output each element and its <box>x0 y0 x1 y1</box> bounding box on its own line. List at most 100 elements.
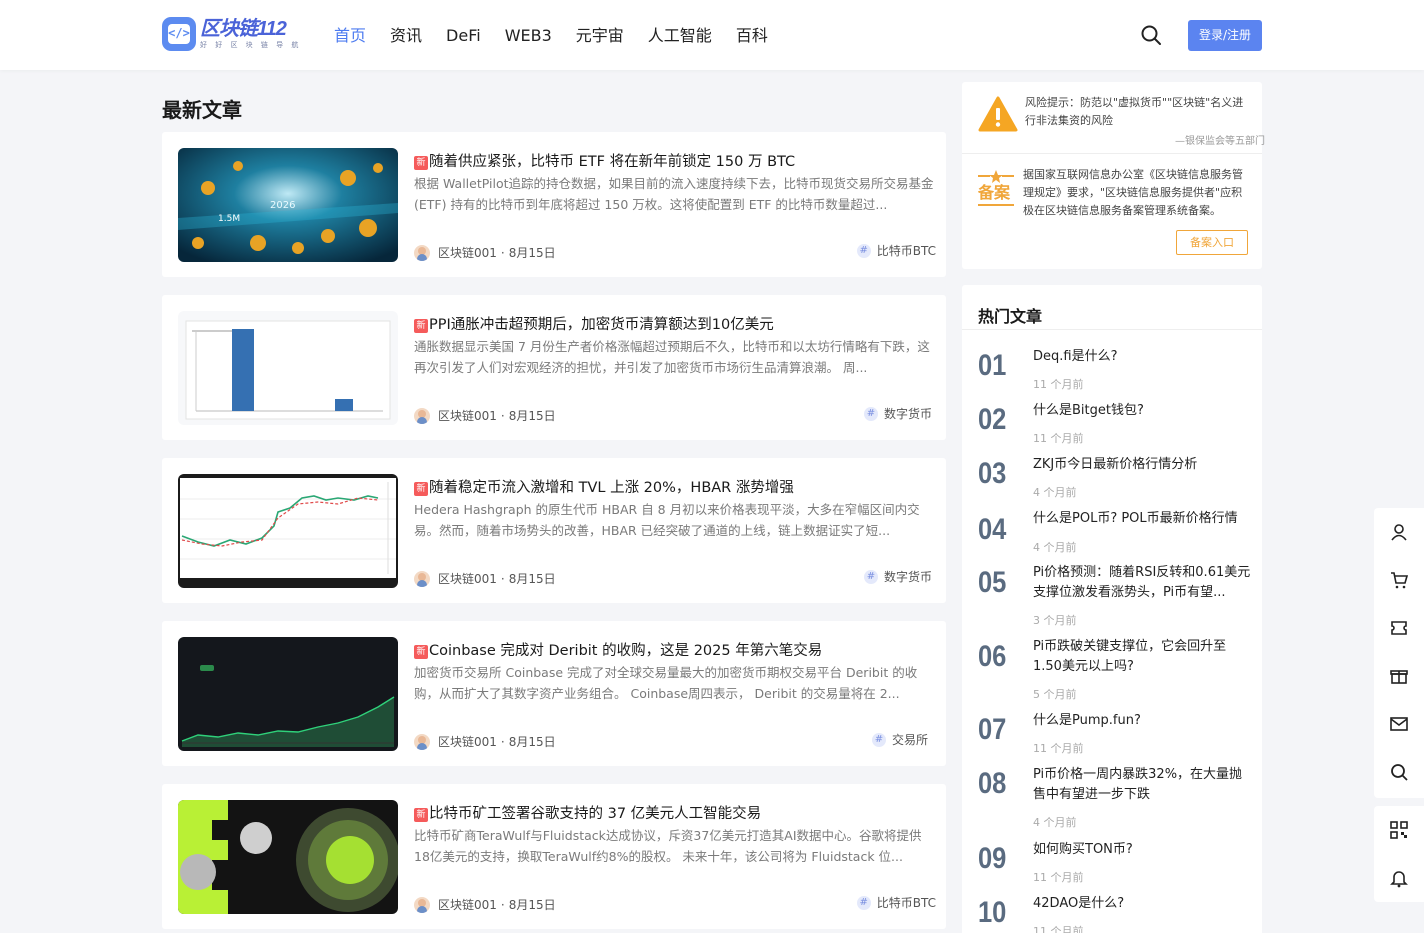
article-title-text: PPI通胀冲击超预期后，加密货币清算额达到10亿美元 <box>429 317 774 333</box>
hot-article-title[interactable]: Pi币价格一周内暴跌32%，在大量抛售中有望进一步下跌 <box>1033 765 1253 805</box>
article-title-text: 比特币矿工签署谷歌支持的 37 亿美元人工智能交易 <box>429 806 762 822</box>
risk-warning: 风险提示：防范以"虚拟货币""区块链"名义进行非法集资的风险 —银保监会等五部门 <box>978 94 1265 154</box>
hot-article-title[interactable]: 什么是Pump.fun? <box>1033 711 1253 731</box>
article-meta: 区块链001 · 8月15日 <box>414 733 556 750</box>
article-title[interactable]: 新比特币矿工签署谷歌支持的 37 亿美元人工智能交易 <box>414 802 934 823</box>
article-date: 8月15日 <box>508 735 556 749</box>
new-badge: 新 <box>414 808 428 822</box>
hot-rank: 06 <box>978 640 1007 673</box>
author-name[interactable]: 区块链001 <box>438 570 497 587</box>
article-title[interactable]: 新随着稳定币流入激增和 TVL 上涨 20%，HBAR 涨势增强 <box>414 476 934 497</box>
hot-rank: 03 <box>978 457 1007 490</box>
author-name[interactable]: 区块链001 <box>438 733 497 750</box>
hot-article-title[interactable]: 如何购买TON币? <box>1033 840 1253 860</box>
article-tag[interactable]: # 数字货币 <box>863 568 932 585</box>
new-badge: 新 <box>414 482 428 496</box>
qr-code-icon[interactable] <box>1389 820 1409 840</box>
user-icon[interactable] <box>1389 522 1409 542</box>
hot-rank: 05 <box>978 566 1007 599</box>
nav-news[interactable]: 资讯 <box>390 24 422 48</box>
article-title-text: Coinbase 完成对 Deribit 的收购，这是 2025 年第六笔交易 <box>429 643 823 659</box>
nav-wiki[interactable]: 百科 <box>736 24 768 48</box>
risk-text: 风险提示：防范以"虚拟货币""区块链"名义进行非法集资的风险 <box>1025 96 1244 127</box>
hot-article-title[interactable]: 什么是Bitget钱包? <box>1033 401 1253 421</box>
hot-articles-panel: 热门文章 01 Deq.fi是什么? 11 个月前 02 什么是Bitget钱包… <box>962 285 1262 933</box>
article-title[interactable]: 新 PPI通胀冲击超预期后，加密货币清算额达到10亿美元 <box>414 313 934 334</box>
article-card[interactable]: 新随着稳定币流入激增和 TVL 上涨 20%，HBAR 涨势增强 Hedera … <box>162 458 946 603</box>
search-icon[interactable] <box>1389 762 1409 782</box>
article-date: 8月15日 <box>508 572 556 586</box>
article-title[interactable]: 新 Coinbase 完成对 Deribit 的收购，这是 2025 年第六笔交易 <box>414 639 934 660</box>
hot-article-title[interactable]: Pi价格预测：随着RSI反转和0.61美元支撑位激发看涨势头，Pi币有望... <box>1033 563 1253 603</box>
article-tag[interactable]: # 交易所 <box>871 731 928 748</box>
nav-metaverse[interactable]: 元宇宙 <box>576 24 624 48</box>
article-tag[interactable]: # 比特币BTC <box>856 242 936 259</box>
author-avatar[interactable] <box>414 570 430 587</box>
hot-rank: 02 <box>978 403 1007 436</box>
nav-ai[interactable]: 人工智能 <box>648 24 712 48</box>
site-logo[interactable]: </> 区块链112 好 好 区 块 链 导 航 <box>162 16 301 52</box>
article-thumbnail[interactable] <box>178 637 398 751</box>
author-name[interactable]: 区块链001 <box>438 896 497 913</box>
hash-icon: # <box>856 895 871 910</box>
bell-icon[interactable] <box>1389 868 1409 888</box>
nav-defi[interactable]: DeFi <box>446 24 481 48</box>
hot-article-time: 11 个月前 <box>1033 742 1084 755</box>
hot-rank: 08 <box>978 767 1007 800</box>
hot-article-title[interactable]: Pi币跌破关键支撑位，它会回升至1.50美元以上吗? <box>1033 637 1253 677</box>
article-meta: 区块链001 · 8月15日 <box>414 570 556 587</box>
article-excerpt: 加密货币交易所 Coinbase 完成了对全球交易量最大的加密货币期权交易平台 … <box>414 665 918 701</box>
article-card[interactable]: 新 Coinbase 完成对 Deribit 的收购，这是 2025 年第六笔交易… <box>162 621 946 766</box>
hot-article-title[interactable]: ZKJ币今日最新价格行情分析 <box>1033 455 1253 475</box>
search-icon[interactable] <box>1140 24 1162 46</box>
article-date: 8月15日 <box>508 898 556 912</box>
hot-rank: 09 <box>978 842 1007 875</box>
article-card[interactable]: 新比特币矿工签署谷歌支持的 37 亿美元人工智能交易 比特币矿商TeraWulf… <box>162 784 946 929</box>
article-card[interactable]: 1.5M 2026 新随着供应紧张，比特币 ETF 将在新年前锁定 150 万 … <box>162 132 946 277</box>
article-excerpt: 通胀数据显示美国 7 月份生产者价格涨幅超过预期后不久，比特币和以太坊行情略有下… <box>414 339 930 375</box>
hot-article-title[interactable]: 什么是POL币? POL币最新价格行情 <box>1033 509 1253 529</box>
gift-icon[interactable] <box>1389 666 1409 686</box>
tag-label: 数字货币 <box>883 407 932 421</box>
article-card[interactable]: 新 PPI通胀冲击超预期后，加密货币清算额达到10亿美元 通胀数据显示美国 7 月… <box>162 295 946 440</box>
author-name[interactable]: 区块链001 <box>438 244 497 261</box>
author-avatar[interactable] <box>414 244 430 261</box>
hash-icon: # <box>856 243 871 258</box>
article-thumbnail[interactable]: 1.5M 2026 <box>178 148 398 262</box>
author-avatar[interactable] <box>414 733 430 750</box>
hot-article-title[interactable]: Deq.fi是什么? <box>1033 347 1253 367</box>
login-register-button[interactable]: 登录/注册 <box>1188 20 1262 51</box>
article-meta: 区块链001 · 8月15日 <box>414 244 556 261</box>
article-tag[interactable]: # 数字货币 <box>863 405 932 422</box>
new-badge: 新 <box>414 156 428 170</box>
article-thumbnail[interactable] <box>178 311 398 425</box>
article-thumbnail[interactable] <box>178 474 398 588</box>
hot-article-time: 11 个月前 <box>1033 925 1084 933</box>
article-tag[interactable]: # 比特币BTC <box>856 894 936 911</box>
hot-rank: 04 <box>978 513 1007 546</box>
nav-web3[interactable]: WEB3 <box>505 24 552 48</box>
logo-main-text: 区块链112 <box>200 18 287 40</box>
new-badge: 新 <box>414 645 428 659</box>
author-avatar[interactable] <box>414 896 430 913</box>
hot-rank: 01 <box>978 349 1007 382</box>
article-thumbnail[interactable] <box>178 800 398 914</box>
article-meta: 区块链001 · 8月15日 <box>414 896 556 913</box>
tag-label: 比特币BTC <box>876 896 936 910</box>
beian-label: 备案 <box>977 183 1011 202</box>
nav-home[interactable]: 首页 <box>334 24 366 48</box>
ticket-icon[interactable] <box>1389 618 1409 638</box>
author-name[interactable]: 区块链001 <box>438 407 497 424</box>
article-title-text: 随着稳定币流入激增和 TVL 上涨 20%，HBAR 涨势增强 <box>429 480 794 496</box>
message-icon[interactable] <box>1389 714 1409 734</box>
beian-entry-button[interactable]: 备案入口 <box>1176 230 1248 255</box>
cart-icon[interactable] <box>1389 570 1409 590</box>
new-badge: 新 <box>414 319 428 333</box>
hash-icon: # <box>871 732 886 747</box>
hash-icon: # <box>863 406 878 421</box>
logo-sub-text: 好 好 区 块 链 导 航 <box>200 41 302 49</box>
author-avatar[interactable] <box>414 407 430 424</box>
article-title-text: 随着供应紧张，比特币 ETF 将在新年前锁定 150 万 BTC <box>429 154 796 170</box>
article-title[interactable]: 新随着供应紧张，比特币 ETF 将在新年前锁定 150 万 BTC <box>414 150 934 171</box>
hot-article-title[interactable]: 42DAO是什么? <box>1033 894 1253 914</box>
